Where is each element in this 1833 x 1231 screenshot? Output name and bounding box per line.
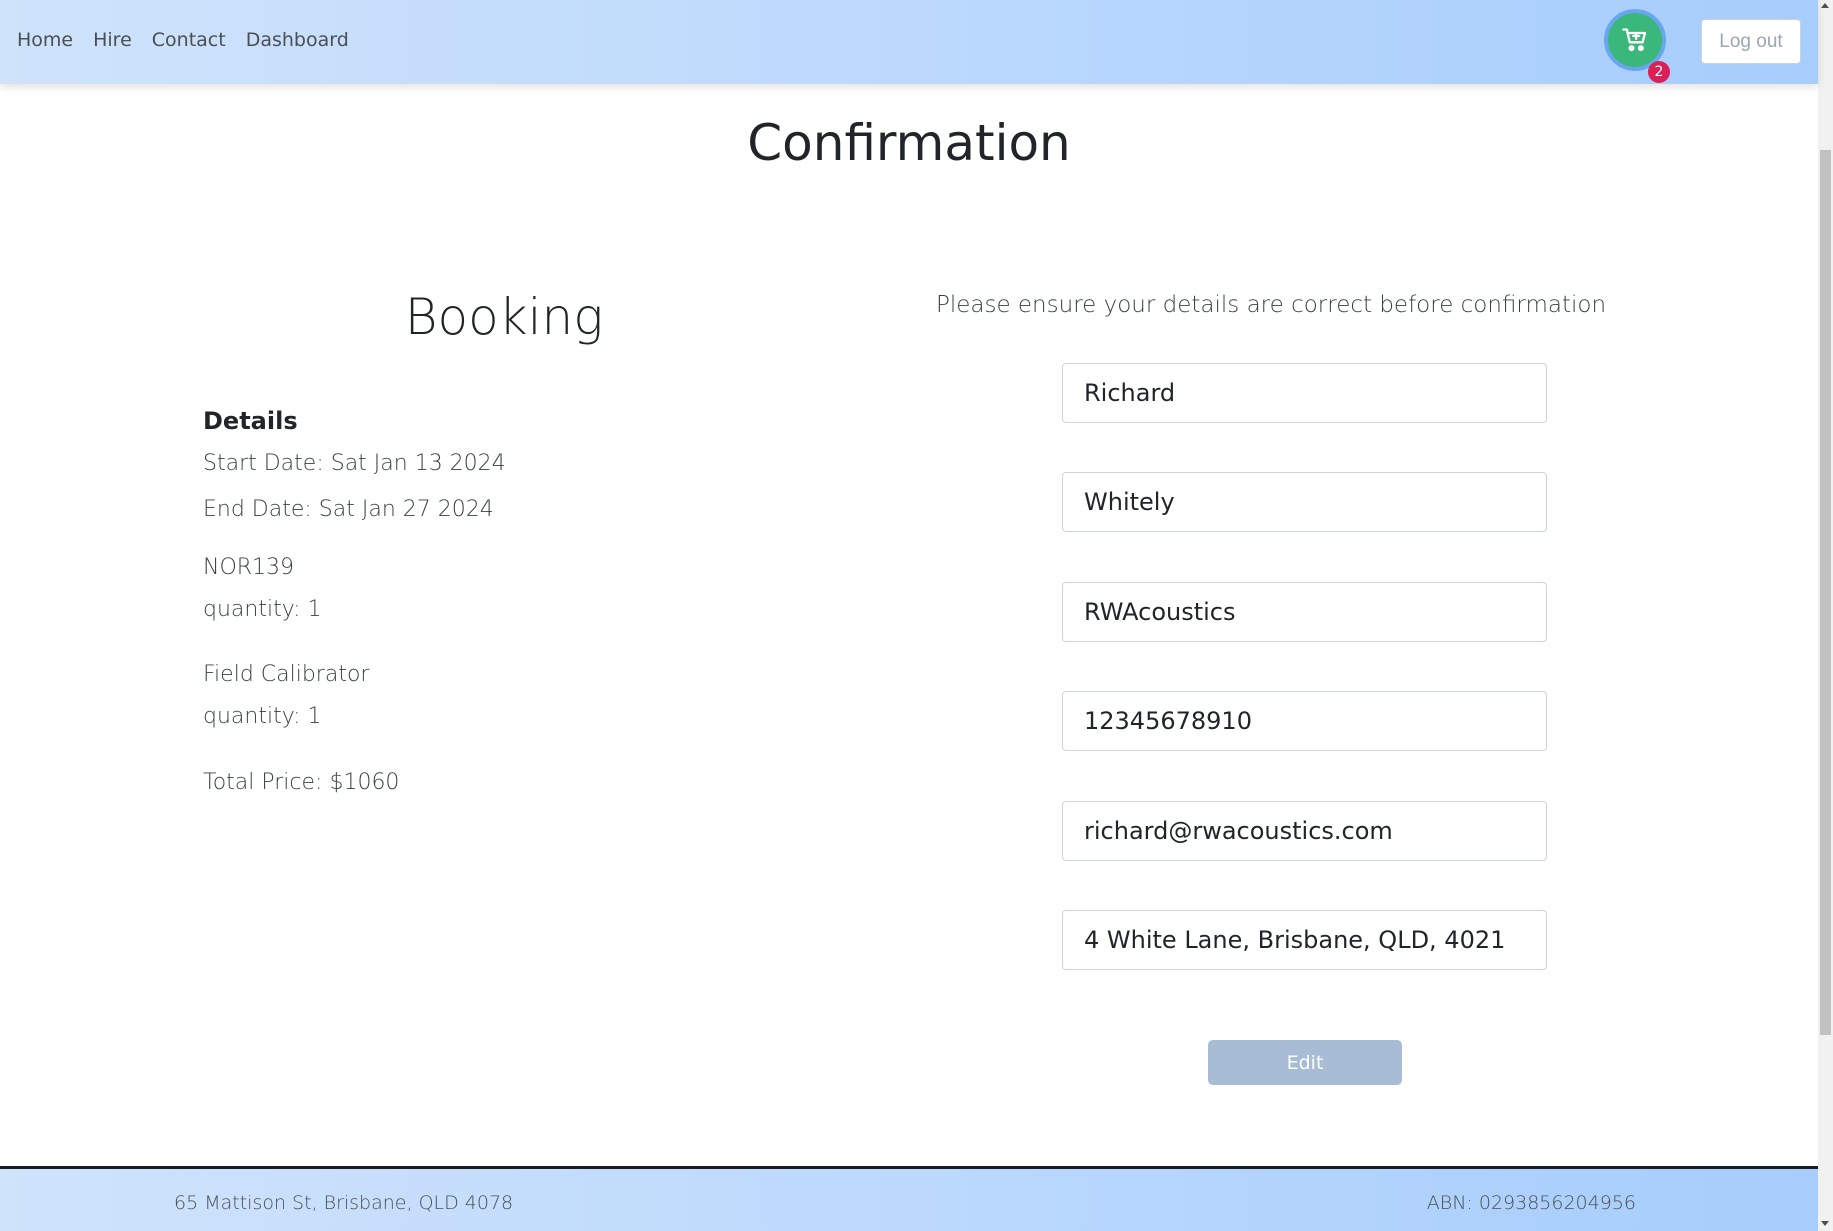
start-date: Start Date: Sat Jan 13 2024	[203, 451, 506, 476]
edit-button[interactable]: Edit	[1208, 1040, 1402, 1085]
item-quantity: quantity: 1	[203, 597, 322, 622]
email-field[interactable]	[1062, 801, 1547, 861]
scroll-down-arrow-icon[interactable]	[1821, 1221, 1829, 1226]
address-field[interactable]	[1062, 910, 1547, 970]
last-name-field[interactable]	[1062, 472, 1547, 532]
scrollbar-thumb[interactable]	[1820, 150, 1831, 1035]
end-date: End Date: Sat Jan 27 2024	[203, 497, 494, 522]
page-title: Confirmation	[747, 114, 1071, 172]
top-navbar: Home Hire Contact Dashboard 2 Log out	[0, 0, 1818, 84]
item-name: Field Calibrator	[203, 662, 370, 687]
phone-field[interactable]	[1062, 691, 1547, 751]
details-label: Details	[203, 407, 298, 435]
footer-abn: ABN: 0293856204956	[1426, 1192, 1636, 1214]
nav-link-dashboard[interactable]: Dashboard	[246, 29, 349, 51]
nav-link-hire[interactable]: Hire	[93, 29, 132, 51]
scroll-up-arrow-icon[interactable]	[1821, 3, 1829, 8]
company-field[interactable]	[1062, 582, 1547, 642]
nav-link-home[interactable]: Home	[17, 29, 73, 51]
item-quantity: quantity: 1	[203, 704, 322, 729]
item-name: NOR139	[203, 555, 295, 580]
shopping-cart-icon	[1622, 28, 1647, 52]
logout-button[interactable]: Log out	[1701, 19, 1801, 64]
page-scrollbar[interactable]	[1818, 0, 1833, 1231]
total-price: Total Price: $1060	[203, 770, 400, 795]
footer-address: 65 Mattison St, Brisbane, QLD 4078	[174, 1192, 514, 1214]
cart-count-badge: 2	[1648, 61, 1670, 83]
nav-links: Home Hire Contact Dashboard	[17, 29, 349, 51]
confirmation-notice: Please ensure your details are correct b…	[935, 292, 1607, 318]
nav-link-contact[interactable]: Contact	[152, 29, 226, 51]
booking-heading: Booking	[404, 288, 604, 346]
footer: 65 Mattison St, Brisbane, QLD 4078 ABN: …	[0, 1166, 1818, 1231]
first-name-field[interactable]	[1062, 363, 1547, 423]
